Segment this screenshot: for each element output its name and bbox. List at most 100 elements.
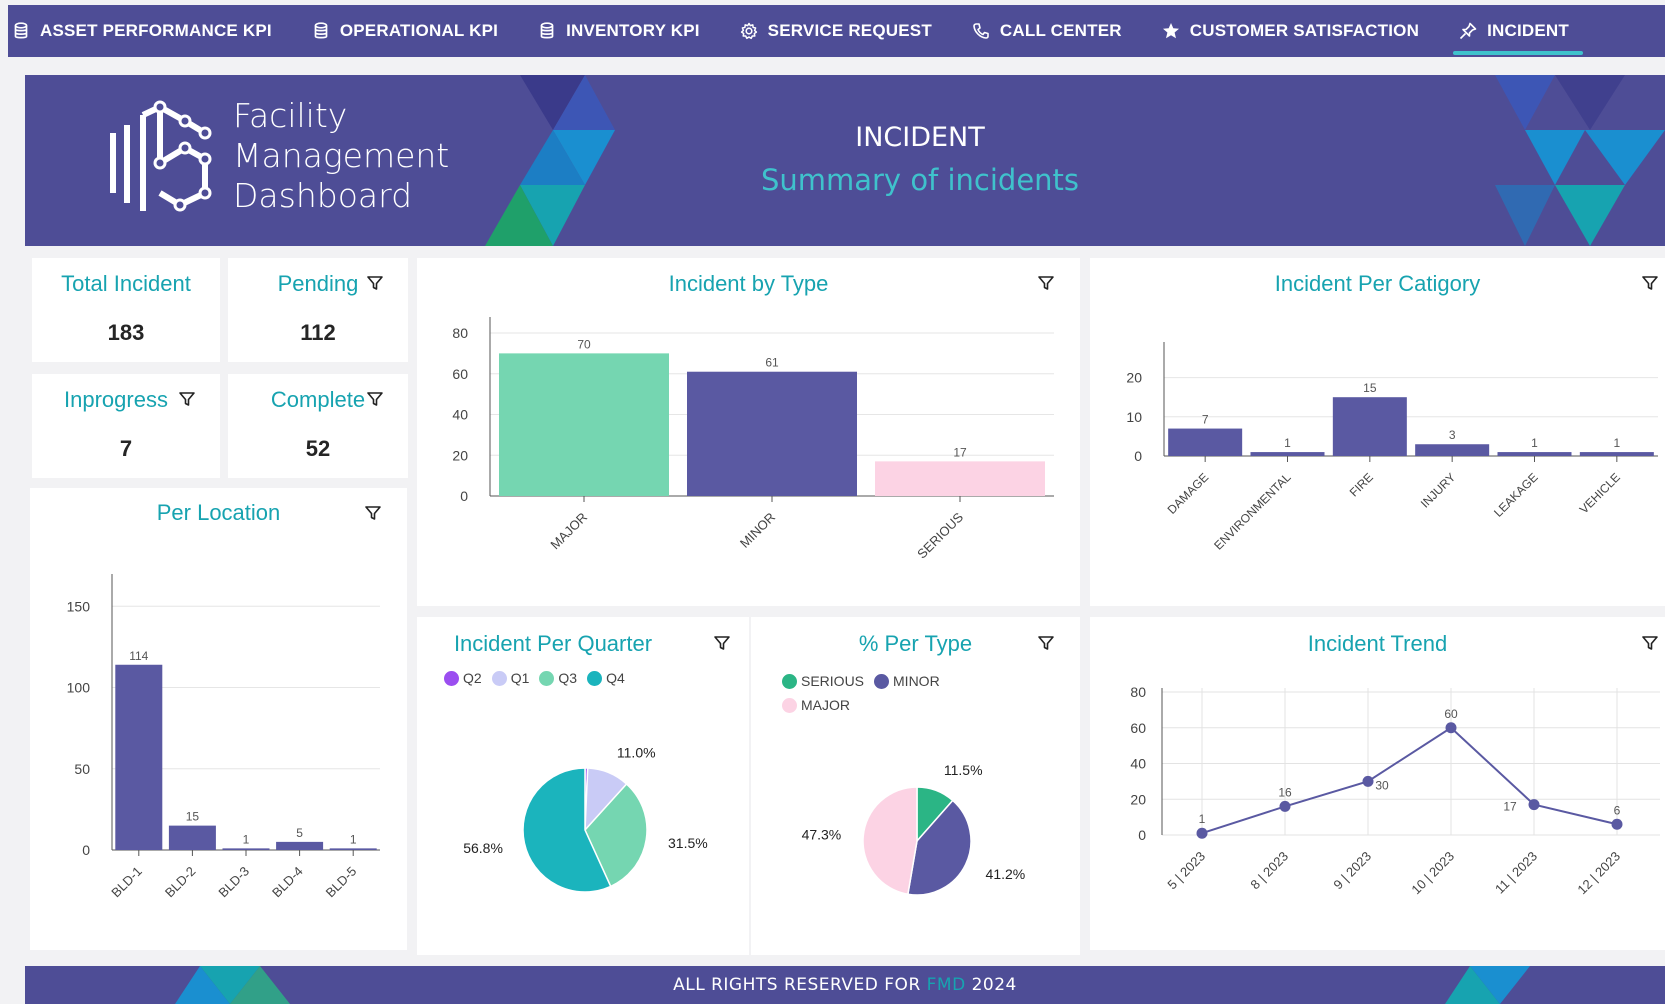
bar-bld-3 — [222, 848, 270, 850]
pie-label: 41.2% — [986, 866, 1026, 882]
per-quarter-chart: 11.0% 31.5% 56.8% — [463, 744, 708, 893]
x-tick-label: BLD-2 — [162, 864, 199, 901]
y-tick-label: 40 — [1130, 756, 1146, 772]
header-banner: Facility Management Dashboard INCIDENT S… — [25, 75, 1665, 246]
kpi-complete-card: Complete 52 — [228, 374, 408, 478]
y-tick-label: 100 — [67, 680, 91, 696]
kpi-total-value: 183 — [107, 320, 145, 345]
x-tick-label: MINOR — [737, 510, 778, 551]
y-tick-label: 20 — [452, 447, 468, 463]
trend-point — [1362, 775, 1374, 787]
y-tick-label: 0 — [1138, 827, 1146, 843]
data-label: 16 — [1278, 785, 1292, 799]
x-tick-label: INJURY — [1418, 470, 1458, 510]
pct-per-type-card: % Per Type SERIOUS MINOR MAJOR 11.5% 41.2% 4… — [751, 617, 1080, 955]
data-label: 7 — [1202, 413, 1209, 427]
pie-label: 11.0% — [617, 744, 656, 760]
nav-tab-label: INCIDENT — [1487, 21, 1569, 40]
incident-trend-card: Incident Trend 0 20 40 60 80 5 | 2023 8 | 2023… — [1090, 617, 1665, 950]
by-type-chart: 0 20 40 60 80 70 MAJOR 61 MINOR 17 SERIOUS — [452, 317, 1054, 561]
x-tick-label: 5 | 2023 — [1164, 849, 1208, 893]
database-icon — [12, 22, 30, 40]
phone-icon — [972, 22, 990, 40]
kpi-total-card: Total Incident 183 — [32, 258, 220, 362]
fmd-logo-icon — [110, 100, 212, 212]
x-tick-label: BLD-3 — [215, 864, 252, 901]
bar-bld-2 — [168, 825, 216, 850]
kpi-complete-value: 52 — [305, 436, 331, 461]
nav-tab-incident[interactable]: INCIDENT — [1439, 5, 1589, 57]
bar-minor — [687, 371, 857, 496]
y-tick-label: 60 — [1130, 720, 1146, 736]
trend-point — [1279, 800, 1291, 812]
nav-tab-inventory-kpi[interactable]: INVENTORY KPI — [518, 5, 720, 57]
y-tick-label: 0 — [1134, 448, 1142, 464]
bar-bld-1 — [115, 664, 163, 850]
x-tick-label: 12 | 2023 — [1574, 849, 1623, 898]
x-tick-label: BLD-1 — [108, 864, 145, 901]
data-label: 1 — [1531, 436, 1538, 450]
trend-point — [1528, 799, 1540, 811]
x-tick-label: VEHICLE — [1577, 470, 1623, 516]
page-title: INCIDENT — [855, 122, 985, 153]
trend-chart: 0 20 40 60 80 5 | 2023 8 | 2023 9 | 2023 10 | 20… — [1130, 684, 1660, 898]
filter-icon[interactable] — [366, 274, 384, 292]
per-quarter-card: Incident Per Quarter Q2 Q1 Q3 Q4 11.0% 31.5%… — [417, 617, 749, 955]
x-tick-label: MAJOR — [547, 510, 590, 553]
y-tick-label: 80 — [452, 325, 468, 341]
pie-label: 47.3% — [802, 827, 842, 843]
nav-tab-service-request[interactable]: SERVICE REQUEST — [720, 5, 952, 57]
incident-by-type-card: Incident by Type 0 20 40 60 80 70 MAJOR 61 MINOR… — [417, 258, 1080, 606]
y-tick-label: 60 — [452, 366, 468, 382]
y-tick-label: 10 — [1126, 409, 1142, 425]
nav-tab-label: INVENTORY KPI — [566, 21, 700, 40]
bar-serious — [875, 461, 1045, 496]
bar-major — [499, 353, 669, 496]
nav-tab-call-center[interactable]: CALL CENTER — [952, 5, 1142, 57]
y-tick-label: 20 — [1130, 791, 1146, 807]
filter-icon[interactable] — [178, 390, 196, 408]
data-label: 114 — [129, 649, 148, 663]
database-icon — [538, 22, 556, 40]
brand: Facility Management Dashboard — [105, 93, 449, 219]
per-category-chart: 0 10 20 7 DAMAGE 1 ENVIRONMENTAL 15 FIRE 3 INJURY 1… — [1126, 342, 1658, 553]
trend-point — [1196, 827, 1208, 839]
bar-damage — [1168, 428, 1243, 456]
trend-point — [1611, 818, 1623, 830]
data-label: 17 — [1503, 800, 1517, 814]
x-tick-label: 9 | 2023 — [1330, 849, 1374, 893]
data-label: 30 — [1375, 778, 1389, 792]
bar-vehicle — [1579, 452, 1654, 456]
kpi-inprogress-card: Inprogress 7 — [32, 374, 220, 478]
kpi-inprogress-value: 7 — [119, 436, 133, 461]
page-subtitle: Summary of incidents — [760, 163, 1080, 197]
bar-fire — [1332, 397, 1407, 456]
x-tick-label: SERIOUS — [914, 509, 966, 561]
per-location-chart: 0 50 100 150 114 BLD-1 15 BLD-2 1 BLD-3 5 BLD-4 1 BLD… — [67, 574, 380, 901]
pie-label: 31.5% — [668, 835, 708, 851]
data-label: 3 — [1449, 428, 1456, 442]
x-tick-label: BLD-5 — [323, 864, 360, 901]
x-tick-label: 11 | 2023 — [1492, 849, 1540, 897]
data-label: 61 — [765, 356, 779, 370]
nav-tab-label: OPERATIONAL KPI — [339, 21, 499, 40]
pin-icon — [1459, 22, 1477, 40]
brand-name: Facility Management Dashboard — [233, 96, 449, 216]
bar-bld-5 — [329, 848, 377, 850]
pie-label: 56.8% — [463, 840, 503, 856]
footer-copyright: ALL RIGHTS RESERVED FOR FMD 2024 — [25, 975, 1665, 995]
nav-tab-label: ASSET PERFORMANCE KPI — [40, 21, 272, 40]
pct-type-chart: 11.5% 41.2% 47.3% — [802, 762, 1026, 896]
data-label: 1 — [1613, 436, 1620, 450]
filter-icon[interactable] — [366, 390, 384, 408]
nav-tab-label: CUSTOMER SATISFACTION — [1189, 21, 1420, 40]
x-tick-label: BLD-4 — [269, 864, 306, 901]
nav-tab-customer-satisfaction[interactable]: CUSTOMER SATISFACTION — [1142, 5, 1439, 57]
nav-tab-asset-performance-kpi[interactable]: ASSET PERFORMANCE KPI — [8, 5, 292, 57]
nav-tab-operational-kpi[interactable]: OPERATIONAL KPI — [292, 5, 518, 57]
y-tick-label: 20 — [1126, 370, 1142, 386]
bar-leakage — [1497, 452, 1572, 456]
data-label: 15 — [1363, 381, 1377, 395]
footer-year: 2024 — [971, 975, 1017, 995]
data-label: 60 — [1444, 707, 1458, 721]
